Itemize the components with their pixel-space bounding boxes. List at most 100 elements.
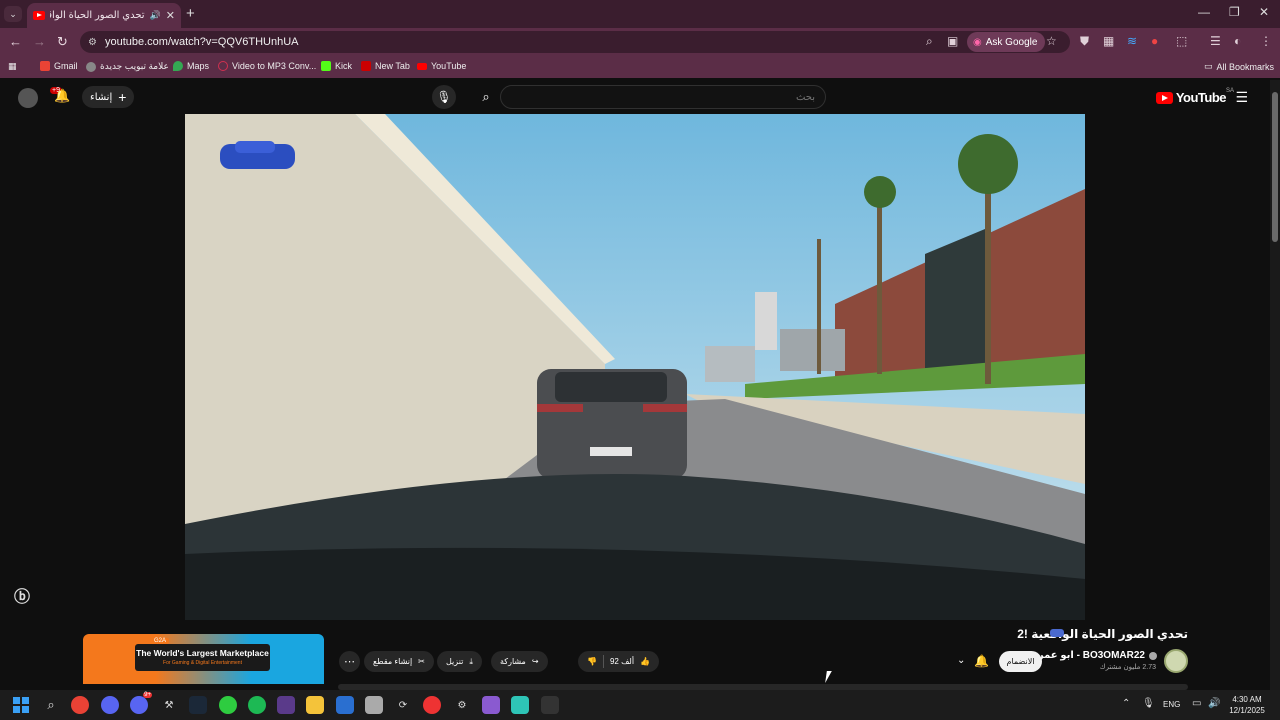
shield-extension-icon[interactable]: ⛊ <box>1080 34 1089 49</box>
extensions-puzzle-icon[interactable]: ⬚ <box>1176 34 1187 48</box>
app-teal-taskbar-icon[interactable] <box>511 696 529 714</box>
subscription-bell-icon[interactable]: 🔔 <box>974 654 989 668</box>
tab-youtube-video[interactable]: تحدي الصور الحياة الواقعية (26) 🔊 ✕ <box>27 3 181 28</box>
address-bar[interactable]: ⚙ youtube.com/watch?v=QQV6THUnhUA <box>80 31 1070 53</box>
notepad-taskbar-icon[interactable] <box>365 696 383 714</box>
youtube-icon <box>417 63 427 70</box>
profile-icon[interactable]: ◐ <box>1234 34 1241 48</box>
epic-games-taskbar-icon[interactable] <box>541 696 559 714</box>
red-page-icon <box>361 61 371 71</box>
ad-headline: The World's Largest Marketplace <box>136 648 269 658</box>
scrollbar-thumb[interactable] <box>1272 92 1278 242</box>
channel-name[interactable]: BO3OMAR22 - ابو عمر <box>1038 650 1157 661</box>
utorrent-taskbar-icon[interactable] <box>219 696 237 714</box>
grid-extension-icon[interactable]: ▦ <box>1103 34 1114 48</box>
tray-network-icon[interactable]: ▭ <box>1192 698 1201 709</box>
close-tab-icon[interactable]: ✕ <box>166 9 175 22</box>
bell-icon[interactable]: 🔔 <box>54 88 70 104</box>
bookmark-new-tab-ar[interactable]: علامة تبويب جديدة <box>86 61 169 72</box>
browser-toolbar: ← → ↻ ⚙ youtube.com/watch?v=QQV6THUnhUA … <box>0 28 1280 56</box>
cast-icon[interactable]: ▣ <box>947 34 958 48</box>
share-button[interactable]: مشاركة ↪ <box>491 651 548 672</box>
tray-overflow-icon[interactable]: ⌃ <box>1122 698 1130 709</box>
tool-taskbar-icon[interactable]: ⚒ <box>160 696 178 714</box>
chevron-down-icon[interactable]: ⌄ <box>957 655 965 666</box>
bookmark-new-tab[interactable]: New Tab <box>361 61 410 71</box>
bookmark-youtube[interactable]: YouTube <box>417 61 466 71</box>
divider <box>602 655 604 668</box>
forward-icon[interactable]: → <box>33 34 46 49</box>
hamburger-menu-icon[interactable]: ☰ <box>1235 89 1248 106</box>
adblock-extension-icon[interactable]: ● <box>1151 34 1158 48</box>
new-tab-button[interactable]: + <box>186 5 195 22</box>
channel-name-text[interactable]: BO3OMAR22 - ابو عمر <box>1038 650 1145 661</box>
scissors-icon: ✂ <box>418 657 425 666</box>
chrome-menu-icon[interactable]: ⋮ <box>1260 34 1272 48</box>
media-control-icon[interactable]: ☰ <box>1210 34 1221 48</box>
ad-banner[interactable]: G2A The World's Largest Marketplace For … <box>83 634 324 684</box>
sound-extension-icon[interactable]: ≋ <box>1127 34 1137 48</box>
like-count[interactable]: 92 ألف <box>610 657 634 666</box>
discord-taskbar-icon[interactable] <box>101 696 119 714</box>
chrome-taskbar-icon[interactable] <box>71 696 89 714</box>
join-button[interactable]: الانضمام <box>999 651 1042 672</box>
settings-taskbar-icon[interactable]: ⚙ <box>453 696 471 714</box>
speaker-icon[interactable]: 🔊 <box>150 10 161 21</box>
reload-icon[interactable]: ↻ <box>57 34 68 50</box>
car-emoji-icon <box>1050 629 1064 637</box>
search-icon[interactable]: ⌕ <box>472 85 500 109</box>
create-button[interactable]: إنشاء + <box>82 86 135 108</box>
mouse-cursor <box>825 671 832 683</box>
taskbar-clock[interactable]: 4:30 AM 12/1/2025 <box>1227 694 1267 716</box>
site-info-icon[interactable]: ⚙ <box>88 37 97 48</box>
ask-google-button[interactable]: ◉ Ask Google <box>967 32 1046 52</box>
game-controller-taskbar-icon[interactable] <box>482 696 500 714</box>
channel-avatar[interactable] <box>1164 649 1188 673</box>
tray-mic-icon[interactable]: 🎙 <box>1142 698 1155 709</box>
spotify-taskbar-icon[interactable] <box>248 696 266 714</box>
bookmarks-bar: ▦ Gmail علامة تبويب جديدة Maps Video to … <box>0 56 1280 78</box>
zoom-icon[interactable]: ⌕ <box>926 34 933 49</box>
url-text[interactable]: youtube.com/watch?v=QQV6THUnhUA <box>105 36 299 48</box>
app-blue-taskbar-icon[interactable] <box>336 696 354 714</box>
all-bookmarks[interactable]: ▭ All Bookmarks <box>1204 61 1274 72</box>
page-scrollbar[interactable] <box>1270 80 1280 690</box>
search-input[interactable] <box>501 86 825 108</box>
search-box[interactable] <box>500 85 826 109</box>
discord-alt-taskbar-icon[interactable]: 9+ <box>130 692 152 714</box>
video-player[interactable] <box>185 114 1085 620</box>
dislike-icon[interactable]: 👎 <box>587 657 597 666</box>
app-purple-taskbar-icon[interactable] <box>277 696 295 714</box>
media-player-taskbar-icon[interactable] <box>423 696 441 714</box>
bookmark-gmail[interactable]: Gmail <box>40 61 78 71</box>
tab-search-button[interactable]: ⌄ <box>4 6 22 22</box>
language-indicator[interactable]: ENG <box>1163 700 1180 709</box>
youtube-header: +9 🔔 إنشاء + 🎙 ⌕ YouTube SA ☰ <box>0 80 1270 114</box>
back-icon[interactable]: ← <box>9 34 22 49</box>
bookmark-kick[interactable]: Kick <box>321 61 352 71</box>
bookmark-star-icon[interactable]: ☆ <box>1046 34 1057 48</box>
account-avatar[interactable] <box>18 88 38 108</box>
bookmark-video-to-mp3[interactable]: Video to MP3 Conv... <box>218 61 316 71</box>
minimize-button[interactable]: — <box>1198 5 1210 19</box>
clock-time: 4:30 AM <box>1232 695 1262 704</box>
clip-button[interactable]: إنشاء مقطع ✂ <box>364 651 434 672</box>
apps-grid-icon[interactable]: ▦ <box>8 61 17 72</box>
ad-text-box: The World's Largest Marketplace For Gami… <box>135 644 270 671</box>
tray-volume-icon[interactable]: 🔊 <box>1208 698 1220 709</box>
sync-taskbar-icon[interactable]: ⟳ <box>394 696 412 714</box>
file-explorer-taskbar-icon[interactable] <box>306 696 324 714</box>
close-window-button[interactable]: ✕ <box>1259 5 1269 19</box>
youtube-favicon-icon <box>33 11 45 20</box>
video-frame-driving-scene <box>185 114 1085 620</box>
taskbar-search-icon[interactable]: ⌕ <box>42 696 60 714</box>
steam-taskbar-icon[interactable] <box>189 696 207 714</box>
like-icon[interactable]: 👍 <box>640 657 650 666</box>
windows-start-icon[interactable] <box>13 697 29 713</box>
download-button[interactable]: تنزيل ⤓ <box>437 651 482 672</box>
more-actions-icon[interactable]: ⋯ <box>339 651 360 672</box>
youtube-logo[interactable]: YouTube <box>1155 90 1227 105</box>
voice-search-mic-icon[interactable]: 🎙 <box>432 85 456 109</box>
restore-button[interactable]: ❐ <box>1229 5 1240 19</box>
bookmark-maps[interactable]: Maps <box>173 61 209 71</box>
